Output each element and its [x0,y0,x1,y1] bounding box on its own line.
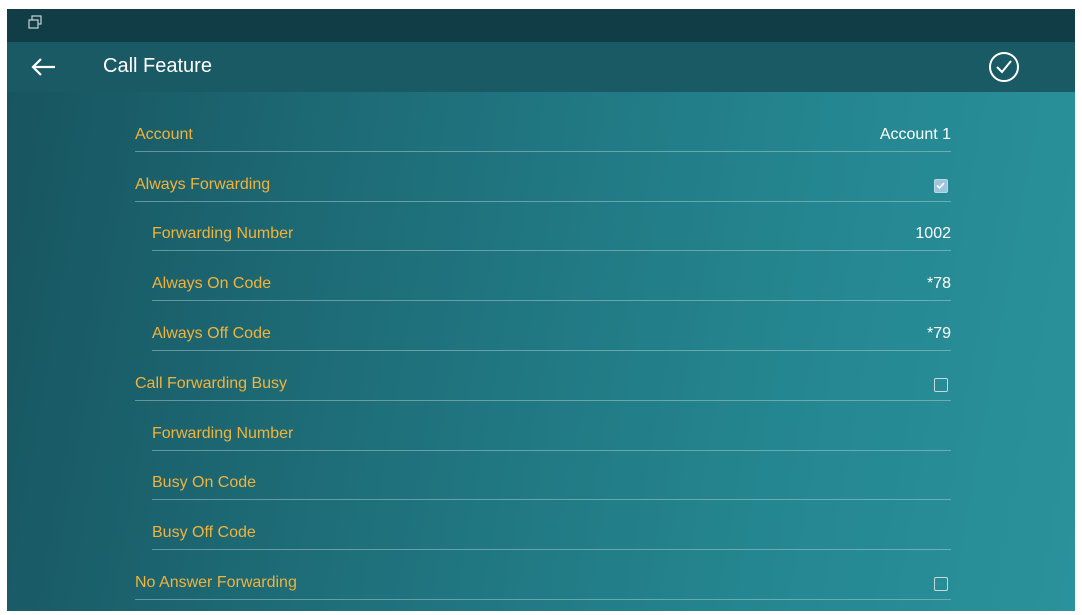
account-row[interactable]: Account Account 1 [135,102,951,152]
always-on-code-row[interactable]: Always On Code *78 [135,251,951,302]
busy-forwarding-number-row[interactable]: Forwarding Number [135,401,951,451]
no-answer-forwarding-label: No Answer Forwarding [135,573,297,591]
checkmark-icon [936,182,945,189]
busy-on-code-row[interactable]: Busy On Code [135,451,951,501]
always-forwarding-number-row[interactable]: Forwarding Number 1002 [135,202,951,252]
always-off-code-value: *79 [926,324,951,342]
account-label: Account [135,125,193,143]
row-divider [135,598,951,600]
forwarding-number-label: Forwarding Number [152,225,294,243]
confirm-button[interactable] [987,50,1021,84]
busy-off-code-row[interactable]: Busy Off Code [135,500,951,551]
title-bar: Call Feature [7,42,1075,92]
check-circle-icon [989,52,1019,82]
always-on-code-value: *78 [926,275,951,293]
call-forwarding-busy-checkbox[interactable] [934,377,948,392]
window-restore-icon [28,15,42,29]
always-forwarding-checkbox[interactable] [934,178,948,193]
account-value: Account 1 [879,125,951,143]
status-bar [7,9,1075,42]
call-forwarding-busy-label: Call Forwarding Busy [135,374,288,392]
always-on-code-label: Always On Code [152,275,272,293]
forwarding-number-value: 1002 [915,225,951,243]
back-button[interactable] [27,52,63,82]
back-arrow-icon [31,58,55,76]
page-title: Call Feature [103,55,212,77]
busy-on-code-label: Busy On Code [152,474,257,492]
busy-off-code-label: Busy Off Code [152,524,256,542]
busy-forwarding-number-label: Forwarding Number [152,424,294,442]
always-forwarding-label: Always Forwarding [135,175,271,193]
always-off-code-row[interactable]: Always Off Code *79 [135,301,951,351]
no-answer-forwarding-row[interactable]: No Answer Forwarding [135,550,951,600]
call-forwarding-busy-row[interactable]: Call Forwarding Busy [135,351,951,401]
no-answer-forwarding-checkbox[interactable] [934,576,948,591]
settings-list: Account Account 1 Always Forwarding Forw… [135,102,951,600]
always-off-code-label: Always Off Code [152,324,271,342]
always-forwarding-row[interactable]: Always Forwarding [135,152,951,202]
device-screen: Call Feature Account Account 1 Always Fo… [7,9,1075,611]
